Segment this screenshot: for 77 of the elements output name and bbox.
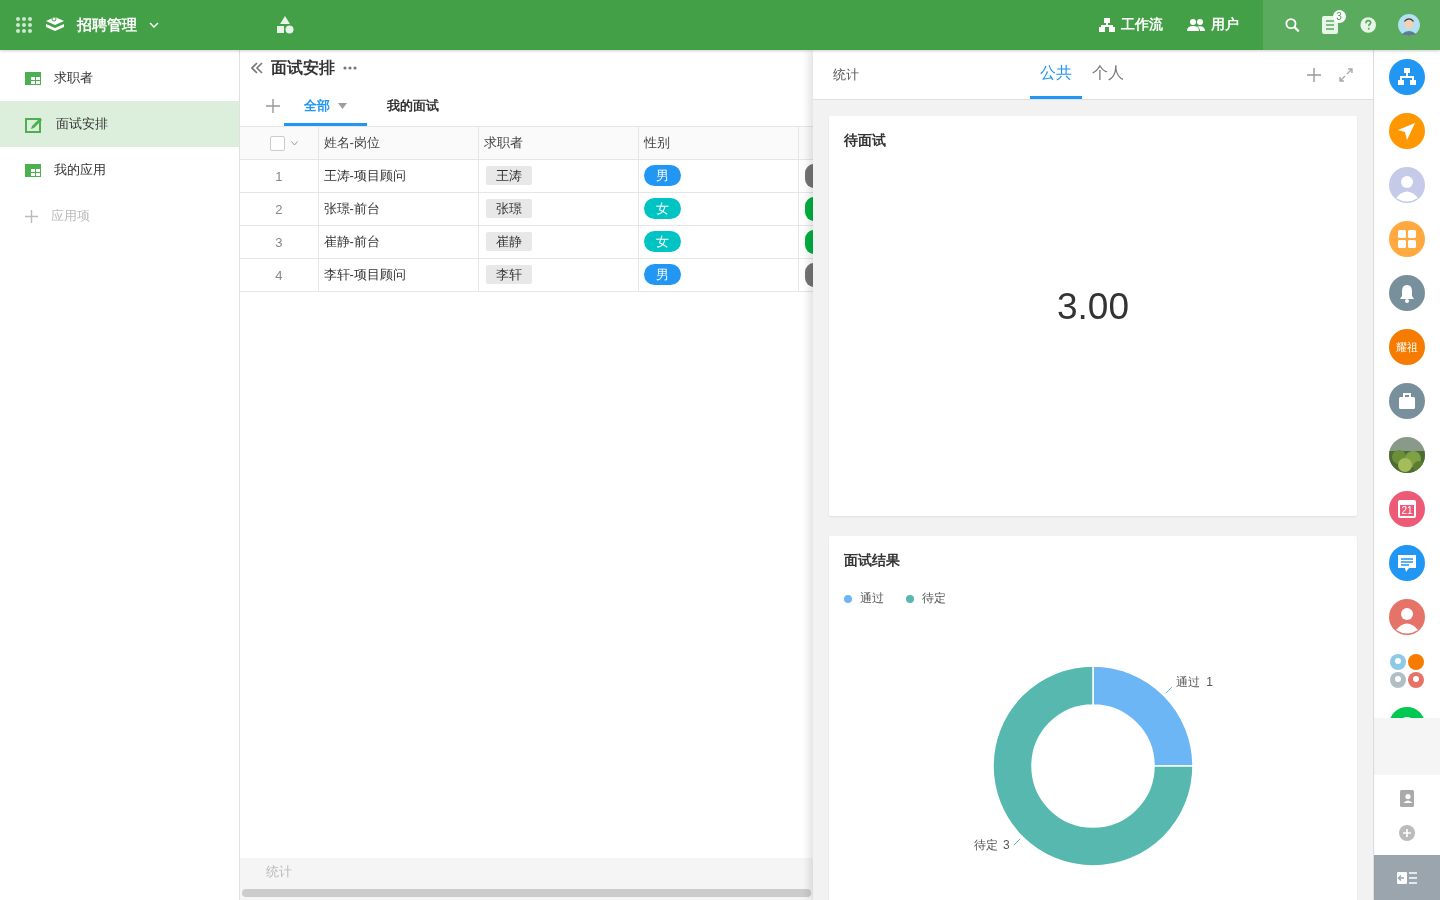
chat-icon[interactable] — [1389, 545, 1425, 581]
add-chat-icon[interactable] — [1399, 825, 1415, 841]
list-icon[interactable] — [1321, 16, 1338, 34]
app-title[interactable]: 招聘管理 — [77, 15, 137, 35]
edit-icon — [25, 115, 43, 133]
table-cell: 张璟-前台 — [318, 192, 478, 226]
data-value: 3 — [1003, 838, 1010, 853]
panel-tab[interactable]: 公共 — [1030, 50, 1082, 99]
nav-link[interactable]: 工作流 — [1099, 16, 1163, 34]
stat-value: 3.00 — [1057, 286, 1129, 328]
gender-tag: 女 — [643, 231, 681, 252]
group-avatar-icon[interactable] — [1389, 653, 1425, 689]
avatar-icon[interactable] — [1398, 13, 1420, 37]
plus-icon[interactable] — [266, 99, 280, 113]
gender-tag: 男 — [643, 264, 681, 285]
sidebar-item[interactable]: 面试安排 — [0, 101, 239, 147]
applicant-tag: 李轩 — [485, 265, 532, 284]
column-header[interactable]: 求职者 — [478, 126, 638, 160]
table-cell: 李轩-项目顾问 — [318, 258, 478, 292]
table-icon — [25, 71, 41, 85]
search-icon[interactable] — [1285, 17, 1300, 33]
legend-label[interactable]: 通过 — [860, 590, 884, 607]
data-label: 待定 — [973, 838, 998, 853]
avatar-icon[interactable] — [1389, 599, 1425, 635]
expand-icon[interactable] — [1339, 67, 1353, 82]
panel-collapse-icon — [1397, 870, 1417, 885]
leader-line — [1013, 838, 1021, 846]
select-all-checkbox[interactable] — [269, 135, 285, 151]
legend-label[interactable]: 待定 — [922, 590, 946, 607]
panel-tab[interactable]: 个人 — [1082, 50, 1134, 99]
row-number: 3 — [240, 225, 318, 259]
table-cell: 王涛-项目顾问 — [318, 159, 478, 193]
contact-avatar[interactable]: 耀祖 — [1389, 329, 1425, 365]
gender-tag: 女 — [643, 198, 681, 219]
hierarchy-icon[interactable] — [1389, 59, 1425, 95]
avatar-icon[interactable] — [1389, 167, 1425, 203]
data-label: 通过 — [1176, 674, 1201, 689]
chevron-down-icon[interactable] — [290, 140, 298, 146]
applicant-tag: 张璟 — [485, 199, 532, 218]
collapse-dock-button[interactable] — [1374, 855, 1440, 900]
table-cell: 崔静-前台 — [318, 225, 478, 259]
briefcase-icon[interactable] — [1389, 383, 1425, 419]
double-chevron-left-icon[interactable] — [251, 62, 263, 74]
hierarchy-icon — [1099, 18, 1115, 32]
view-title: 面试安排 — [271, 57, 335, 78]
card-title: 待面试 — [844, 132, 887, 150]
table-icon — [25, 163, 41, 177]
data-value: 1 — [1206, 674, 1213, 689]
sidebar-item[interactable]: 我的应用 — [0, 147, 239, 193]
users-icon — [1187, 18, 1205, 32]
plus-icon — [25, 209, 38, 223]
scrollbar-thumb[interactable] — [242, 888, 811, 897]
panel-title: 统计 — [833, 65, 860, 84]
calendar-button[interactable]: 21 — [1389, 491, 1425, 527]
plus-icon[interactable] — [1307, 67, 1321, 82]
card-title: 面试结果 — [844, 552, 901, 570]
gender-tag: 男 — [643, 165, 681, 186]
caret-down-icon — [338, 102, 347, 109]
applicant-tag: 崔静 — [485, 232, 532, 251]
apps-icon[interactable] — [1389, 221, 1425, 257]
sidebar-item[interactable]: 求职者 — [0, 55, 239, 101]
help-icon[interactable] — [1359, 16, 1377, 34]
paper-plane-icon[interactable] — [1389, 113, 1425, 149]
column-header[interactable]: 姓名-岗位 — [318, 126, 478, 160]
applicant-tag: 王涛 — [485, 166, 532, 185]
shapes-icon[interactable] — [275, 15, 295, 35]
leader-line — [1165, 686, 1173, 694]
row-number: 2 — [240, 192, 318, 226]
apps-grid-icon[interactable] — [15, 16, 33, 34]
contacts-icon[interactable] — [1400, 790, 1414, 807]
row-number: 4 — [240, 258, 318, 292]
bell-icon[interactable] — [1389, 275, 1425, 311]
row-number: 1 — [240, 159, 318, 193]
more-icon[interactable] — [343, 66, 357, 70]
view-tab[interactable]: 我的面试 — [367, 88, 459, 126]
nav-link[interactable]: 用户 — [1187, 16, 1239, 34]
column-header[interactable]: 性别 — [638, 126, 798, 160]
